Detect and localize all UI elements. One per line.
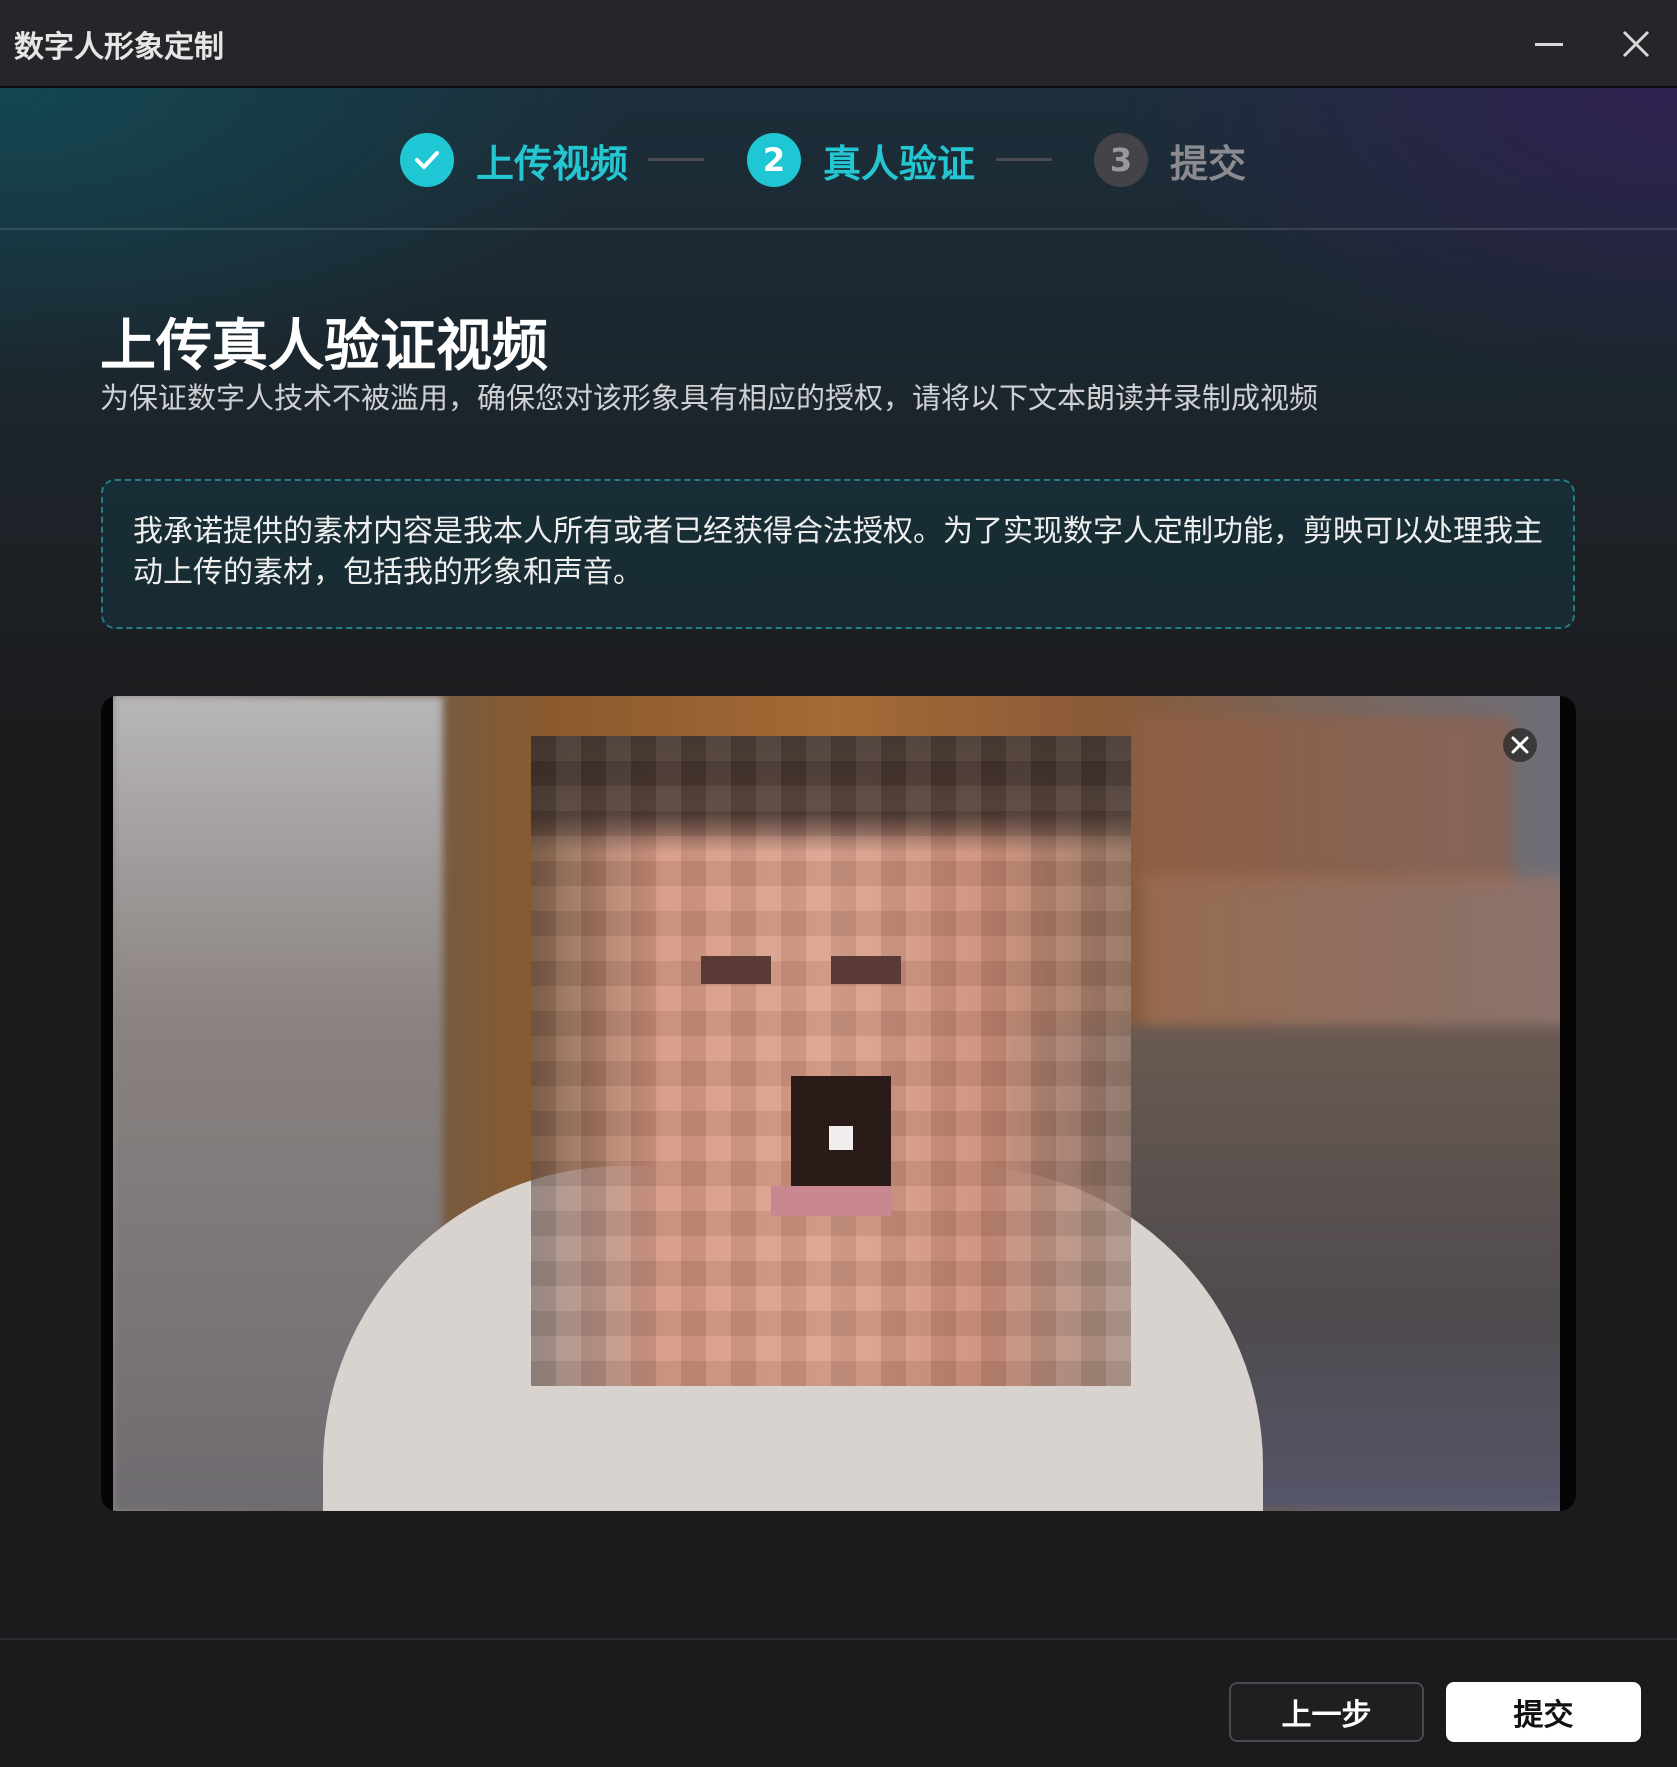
minimize-button[interactable] [1523,18,1575,70]
minimize-icon [1535,43,1563,46]
close-window-button[interactable] [1610,18,1662,70]
step-real-person-verify: 2 真人验证 [747,132,975,188]
page-subtitle: 为保证数字人技术不被滥用，确保您对该形象具有相应的授权，请将以下文本朗读并录制成… [100,381,1319,415]
submit-button[interactable]: 提交 [1446,1682,1641,1742]
video-preview[interactable] [101,696,1576,1511]
close-icon [1511,736,1529,754]
footer: 上一步 提交 [0,1638,1677,1767]
previous-step-button[interactable]: 上一步 [1229,1682,1424,1742]
stepper: 上传视频 2 真人验证 3 提交 [0,88,1677,230]
pledge-text-box: 我承诺提供的素材内容是我本人所有或者已经获得合法授权。为了实现数字人定制功能，剪… [101,479,1575,629]
main-content: 上传视频 2 真人验证 3 提交 上传真人验证视频 为保证数字人技术不被滥用，确… [0,88,1677,1638]
step-label: 上传视频 [476,141,629,186]
close-icon [1622,30,1650,58]
step-upload-video: 上传视频 [400,132,628,188]
title-bar: 数字人形象定制 [0,0,1677,88]
remove-video-button[interactable] [1503,728,1537,762]
step-label: 真人验证 [823,141,976,186]
step-connector [996,158,1052,161]
step-connector [648,158,704,161]
step-submit: 3 提交 [1094,132,1246,188]
page-heading: 上传真人验证视频 [100,314,548,379]
window-title: 数字人形象定制 [14,30,224,65]
step-circle [400,133,454,187]
step-number: 3 [1094,133,1148,187]
video-thumbnail [113,696,1560,1511]
pixelated-face [531,736,1131,1386]
step-number: 2 [747,133,801,187]
step-label: 提交 [1170,141,1247,186]
check-icon [415,151,439,169]
